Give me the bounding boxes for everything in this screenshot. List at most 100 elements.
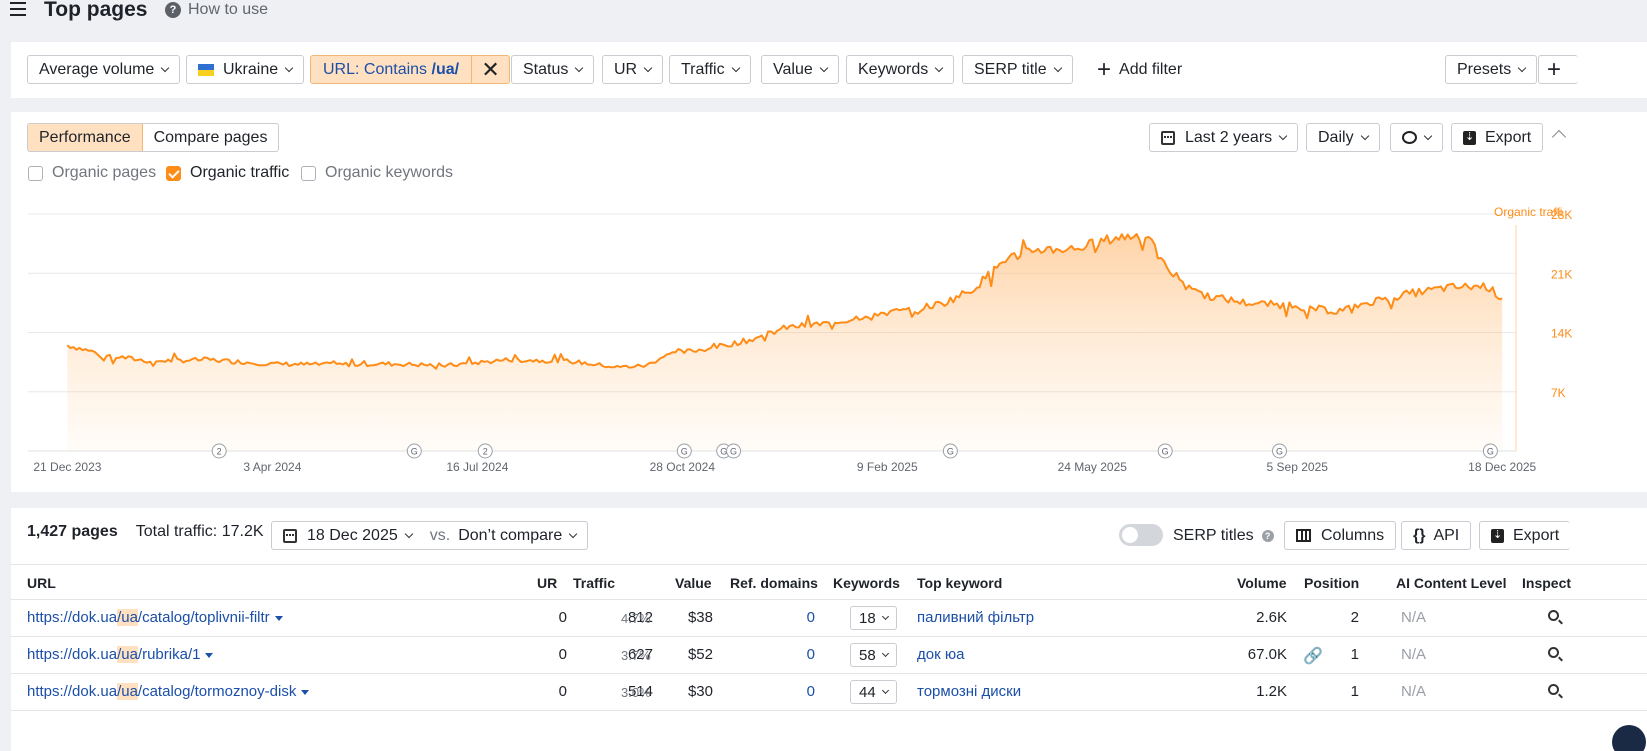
country-filter[interactable]: Ukraine bbox=[186, 55, 305, 84]
page-url-link[interactable]: https://dok.ua/ua/rubrika/1 bbox=[27, 646, 214, 663]
compare-mode: Don’t compare bbox=[458, 526, 563, 544]
table-header: URL UR Traffic Value Ref. domains Keywor… bbox=[11, 564, 1647, 600]
ur-value: 0 bbox=[558, 609, 567, 626]
top-keyword-link[interactable]: док юа bbox=[917, 646, 964, 663]
metric-organic-keywords[interactable]: Organic keywords bbox=[301, 164, 453, 182]
top-keyword-link[interactable]: паливний фільтр bbox=[917, 609, 1034, 626]
serp-title-label: SERP title bbox=[974, 60, 1047, 78]
url-filter-value: /ua/ bbox=[431, 60, 460, 78]
link-icon[interactable]: 🔗 bbox=[1303, 646, 1323, 666]
remove-filter-icon[interactable]: ✕ bbox=[471, 56, 509, 83]
url-filter-chip[interactable]: URL: Contains /ua/ ✕ bbox=[310, 55, 511, 84]
keywords-dropdown[interactable]: 44 bbox=[850, 680, 897, 704]
presets-label: Presets bbox=[1457, 60, 1512, 78]
url-highlight: /ua bbox=[117, 646, 138, 663]
help-icon[interactable]: ? bbox=[1261, 530, 1274, 542]
x-tick-label: 9 Feb 2025 bbox=[857, 460, 918, 474]
annotation-label: G bbox=[1276, 447, 1283, 457]
chevron-down-icon bbox=[161, 63, 170, 72]
table-export-button[interactable]: Export bbox=[1479, 521, 1571, 550]
annotation-label: 2 bbox=[217, 447, 222, 457]
traffic-filter[interactable]: Traffic bbox=[669, 55, 751, 84]
table-row: https://dok.ua/ua/catalog/toplivnii-filt… bbox=[11, 600, 1647, 637]
menu-icon[interactable] bbox=[10, 2, 28, 18]
col-ref-domains[interactable]: Ref. domains bbox=[730, 575, 818, 591]
annotations-button[interactable] bbox=[1390, 123, 1443, 152]
annotation-label: G bbox=[1162, 447, 1169, 457]
col-ur[interactable]: UR bbox=[537, 575, 557, 591]
ref-domains-link[interactable]: 0 bbox=[801, 646, 815, 663]
traffic-label: Traffic bbox=[681, 60, 725, 78]
tab-performance[interactable]: Performance bbox=[28, 124, 143, 151]
col-traffic[interactable]: Traffic bbox=[573, 575, 615, 591]
metric-organic-traffic[interactable]: Organic traffic bbox=[166, 164, 289, 182]
keywords-filter[interactable]: Keywords bbox=[846, 55, 955, 84]
ur-label: UR bbox=[614, 60, 638, 78]
api-button[interactable]: {} API bbox=[1401, 521, 1472, 550]
y-tick-label: 14K bbox=[1551, 327, 1572, 341]
col-url[interactable]: URL bbox=[27, 575, 56, 591]
serp-titles-toggle[interactable] bbox=[1119, 524, 1163, 546]
annotation-label: G bbox=[681, 447, 688, 457]
col-top-keyword[interactable]: Top keyword bbox=[917, 575, 1002, 591]
url-part: https://dok.ua bbox=[27, 683, 118, 700]
caret-down-icon[interactable] bbox=[205, 652, 214, 658]
metric-organic-pages[interactable]: Organic pages bbox=[28, 164, 156, 182]
inspect-icon[interactable] bbox=[1548, 684, 1559, 695]
chat-widget-button[interactable] bbox=[1612, 725, 1646, 751]
add-filter-button[interactable]: + Add filter bbox=[1097, 55, 1182, 84]
keywords-dropdown[interactable]: 58 bbox=[850, 643, 897, 667]
page-url-link[interactable]: https://dok.ua/ua/catalog/toplivnii-filt… bbox=[27, 609, 283, 626]
value-filter[interactable]: Value bbox=[761, 55, 839, 84]
value-amount: $38 bbox=[687, 609, 713, 626]
inspect-icon[interactable] bbox=[1548, 610, 1559, 621]
chart-export-button[interactable]: Export bbox=[1451, 123, 1544, 152]
chart-export-label: Export bbox=[1485, 128, 1532, 146]
chevron-down-icon bbox=[1360, 131, 1369, 140]
interval-label: Daily bbox=[1318, 128, 1354, 146]
add-filter-label: Add filter bbox=[1119, 60, 1183, 78]
table-export-label: Export bbox=[1513, 526, 1560, 544]
chevron-down-icon bbox=[819, 63, 828, 72]
chevron-down-icon bbox=[284, 63, 294, 72]
top-keyword-link[interactable]: тормозні диски bbox=[917, 683, 1021, 700]
ref-domains-link[interactable]: 0 bbox=[801, 609, 815, 626]
col-ai-content-level[interactable]: AI Content Level bbox=[1396, 575, 1506, 591]
col-volume[interactable]: Volume bbox=[1237, 575, 1287, 591]
traffic-share: 4.7% bbox=[621, 611, 651, 626]
columns-button[interactable]: Columns bbox=[1284, 521, 1397, 550]
caret-down-icon[interactable] bbox=[301, 689, 310, 695]
serp-title-filter[interactable]: SERP title bbox=[962, 55, 1073, 84]
interval-select[interactable]: Daily bbox=[1306, 123, 1380, 152]
x-tick-label: 24 May 2025 bbox=[1058, 460, 1128, 474]
col-inspect[interactable]: Inspect bbox=[1522, 575, 1571, 591]
page-url-link[interactable]: https://dok.ua/ua/catalog/tormoznoy-disk bbox=[27, 683, 310, 700]
url-part: /catalog/toplivnii-filtr bbox=[137, 609, 270, 626]
add-preset-button[interactable]: + bbox=[1538, 55, 1578, 84]
average-volume-filter[interactable]: Average volume bbox=[27, 55, 181, 84]
tab-compare-pages[interactable]: Compare pages bbox=[143, 124, 279, 151]
url-part: /rubrika/1 bbox=[137, 646, 201, 663]
keywords-label: Keywords bbox=[858, 60, 929, 78]
presets-button[interactable]: Presets bbox=[1445, 55, 1538, 84]
date-range-select[interactable]: Last 2 years bbox=[1149, 123, 1299, 152]
collapse-icon[interactable] bbox=[1551, 129, 1567, 145]
how-to-use-link[interactable]: ? How to use bbox=[165, 1, 268, 19]
metric-label: Organic keywords bbox=[325, 164, 454, 181]
ref-domains-link[interactable]: 0 bbox=[801, 683, 815, 700]
keywords-dropdown[interactable]: 18 bbox=[850, 606, 897, 630]
col-value[interactable]: Value bbox=[675, 575, 712, 591]
metric-label: Organic traffic bbox=[190, 164, 290, 181]
ur-filter[interactable]: UR bbox=[602, 55, 664, 84]
col-keywords[interactable]: Keywords bbox=[833, 575, 900, 591]
annotation-label: G bbox=[1487, 447, 1494, 457]
help-icon: ? bbox=[165, 2, 181, 18]
date-compare-select[interactable]: 18 Dec 2025 vs. Don’t compare bbox=[271, 521, 589, 550]
keywords-count: 44 bbox=[859, 683, 876, 701]
inspect-icon[interactable] bbox=[1548, 647, 1559, 658]
col-position[interactable]: Position bbox=[1304, 575, 1359, 591]
chevron-down-icon bbox=[643, 63, 653, 72]
y-tick-label: 7K bbox=[1551, 386, 1566, 400]
caret-down-icon[interactable] bbox=[274, 615, 283, 621]
status-filter[interactable]: Status bbox=[511, 55, 595, 84]
